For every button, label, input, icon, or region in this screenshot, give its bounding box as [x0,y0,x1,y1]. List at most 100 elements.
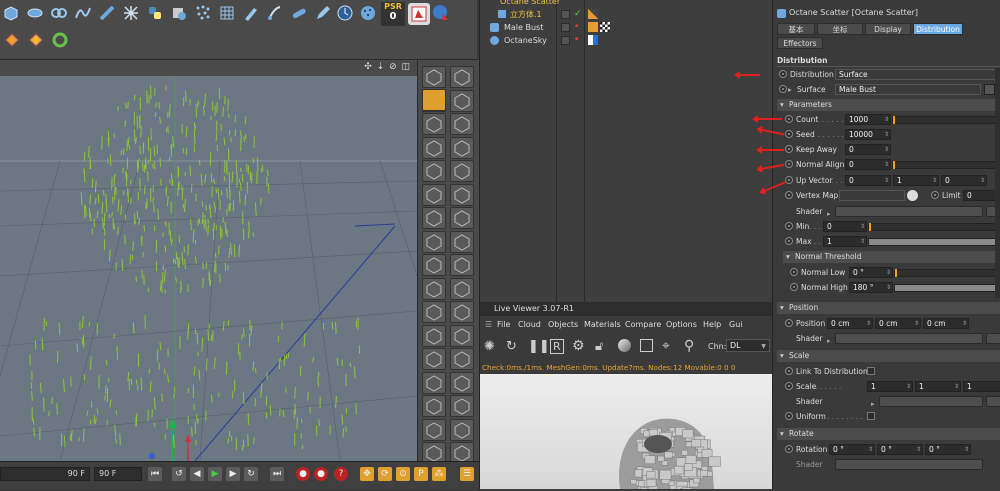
object-tool-icon[interactable] [422,325,446,347]
menu-cloud[interactable]: Cloud [518,320,541,329]
shader-field[interactable] [835,206,983,217]
python-icon[interactable] [144,2,166,24]
object-tool-icon[interactable] [450,113,474,135]
viewport-navigation-icons[interactable]: ✣ ⇣ ⊘ ◫ [364,62,411,72]
enabled-check-icon[interactable]: ✓ [574,8,582,21]
timeline-menu-icon[interactable]: ☰ [460,467,474,481]
max-input[interactable]: 1⇕ [823,236,867,247]
tab-coordinates[interactable]: 坐标 [817,23,863,35]
object-tool-icon[interactable] [450,348,474,370]
prev-key-button[interactable]: ↺ [172,467,186,481]
count-input[interactable]: 1000⇕ [845,114,891,125]
expand-icon[interactable]: ▸ [788,83,792,96]
up-vector-x-input[interactable]: 0⇕ [845,175,891,186]
connect-icon[interactable] [120,2,142,24]
section-position[interactable]: Position [777,302,1000,314]
pills-icon[interactable] [288,2,310,24]
pencil-icon[interactable] [422,89,446,111]
object-tool-icon[interactable] [450,160,474,182]
object-tool-icon[interactable] [422,184,446,206]
scale-z-input[interactable]: 1 [963,381,1000,392]
object-tool-icon[interactable] [450,254,474,276]
animate-toggle[interactable] [785,412,793,420]
material-preview-icon[interactable] [618,339,631,352]
spline-icon[interactable] [72,2,94,24]
object-tool-icon[interactable] [422,278,446,300]
position-z-input[interactable]: 0 cm⇕ [923,318,969,329]
go-to-end-button[interactable]: ⏭ [270,467,284,481]
channel-select[interactable]: DL▼ [726,339,770,352]
section-parameters[interactable]: Parameters [777,99,1000,111]
count-slider[interactable] [892,116,1000,124]
animate-toggle[interactable] [785,145,793,153]
material-tag-icon[interactable] [588,22,598,32]
rotation-z-input[interactable]: 0 °⇕ [925,444,971,455]
shader-menu-button[interactable] [986,333,1000,344]
paint-icon[interactable] [240,2,262,24]
region-render-icon[interactable]: R [550,339,564,354]
tab-effectors[interactable]: Effectors [777,37,823,49]
normal-low-input[interactable]: 0 °⇕ [849,267,893,278]
frame-range-field[interactable]: 90 F [0,467,90,481]
seed-input[interactable]: 10000⇕ [845,129,891,140]
scrollbar[interactable] [995,68,1000,298]
next-frame-button[interactable]: ▶ [226,467,240,481]
animate-toggle[interactable] [785,115,793,123]
clay-mode-icon[interactable] [640,339,653,352]
clock-icon[interactable] [334,2,356,24]
disabled-dot-icon[interactable]: • [574,21,579,34]
menu-options[interactable]: Options [666,320,697,329]
menu-materials[interactable]: Materials [584,320,621,329]
position-x-input[interactable]: 0 cm⇕ [827,318,873,329]
sun-icon[interactable] [24,28,48,52]
lock-icon[interactable]: 🔓︎ [595,339,603,354]
animate-toggle[interactable] [785,445,793,453]
animate-toggle[interactable] [785,367,793,375]
animate-toggle[interactable] [779,70,787,78]
object-tool-icon[interactable] [450,90,474,112]
tab-distribution[interactable]: Distribution [913,23,963,35]
object-row-octane-scatter[interactable]: Octane Scatter [480,0,773,8]
animate-toggle[interactable] [785,191,793,199]
animate-toggle[interactable] [785,222,793,230]
position-y-input[interactable]: 0 cm⇕ [875,318,921,329]
object-tool-icon[interactable] [450,301,474,323]
environment-tag-icon[interactable] [588,35,598,45]
send-scene-icon[interactable]: ✺ [484,339,495,354]
object-tool-icon[interactable] [450,66,474,88]
object-tool-icon[interactable] [422,113,446,135]
keep-away-input[interactable]: 0⇕ [845,144,891,155]
checker-tag-icon[interactable] [600,22,610,32]
auto-key-button[interactable]: ● [314,467,328,481]
normal-high-input[interactable]: 180 °⇕ [849,282,893,293]
menu-help[interactable]: Help [703,320,721,329]
shader-field[interactable] [879,396,983,407]
animate-toggle[interactable] [785,382,793,390]
array-icon[interactable] [48,2,70,24]
mograph-icon[interactable] [357,2,379,24]
expand-icon[interactable]: ▸ [827,335,831,348]
object-tool-icon[interactable] [422,419,446,441]
pen-icon[interactable] [312,2,334,24]
normal-align-slider[interactable] [892,161,1000,169]
focus-picker-icon[interactable]: ⌖ [662,338,670,354]
surface-link-field[interactable]: Male Bust [835,84,981,95]
object-tool-icon[interactable] [450,372,474,394]
cube-icon[interactable] [0,2,22,24]
brush-icon[interactable] [264,2,286,24]
animate-toggle[interactable] [785,130,793,138]
rotation-x-input[interactable]: 0 °⇕ [829,444,875,455]
tab-basic[interactable]: 基本 [777,23,815,35]
object-tool-icon[interactable] [422,395,446,417]
visibility-toggle[interactable] [561,10,570,19]
pipe-icon[interactable] [96,2,118,24]
refresh-icon[interactable] [48,28,72,52]
go-to-start-button[interactable]: ⏮ [148,467,162,481]
object-tool-icon[interactable] [450,325,474,347]
animate-toggle[interactable] [785,160,793,168]
object-tool-icon[interactable] [450,278,474,300]
rotation-y-input[interactable]: 0 °⇕ [877,444,923,455]
section-rotate[interactable]: Rotate [777,428,1000,440]
menu-objects[interactable]: Objects [548,320,578,329]
max-slider[interactable] [868,238,1000,246]
